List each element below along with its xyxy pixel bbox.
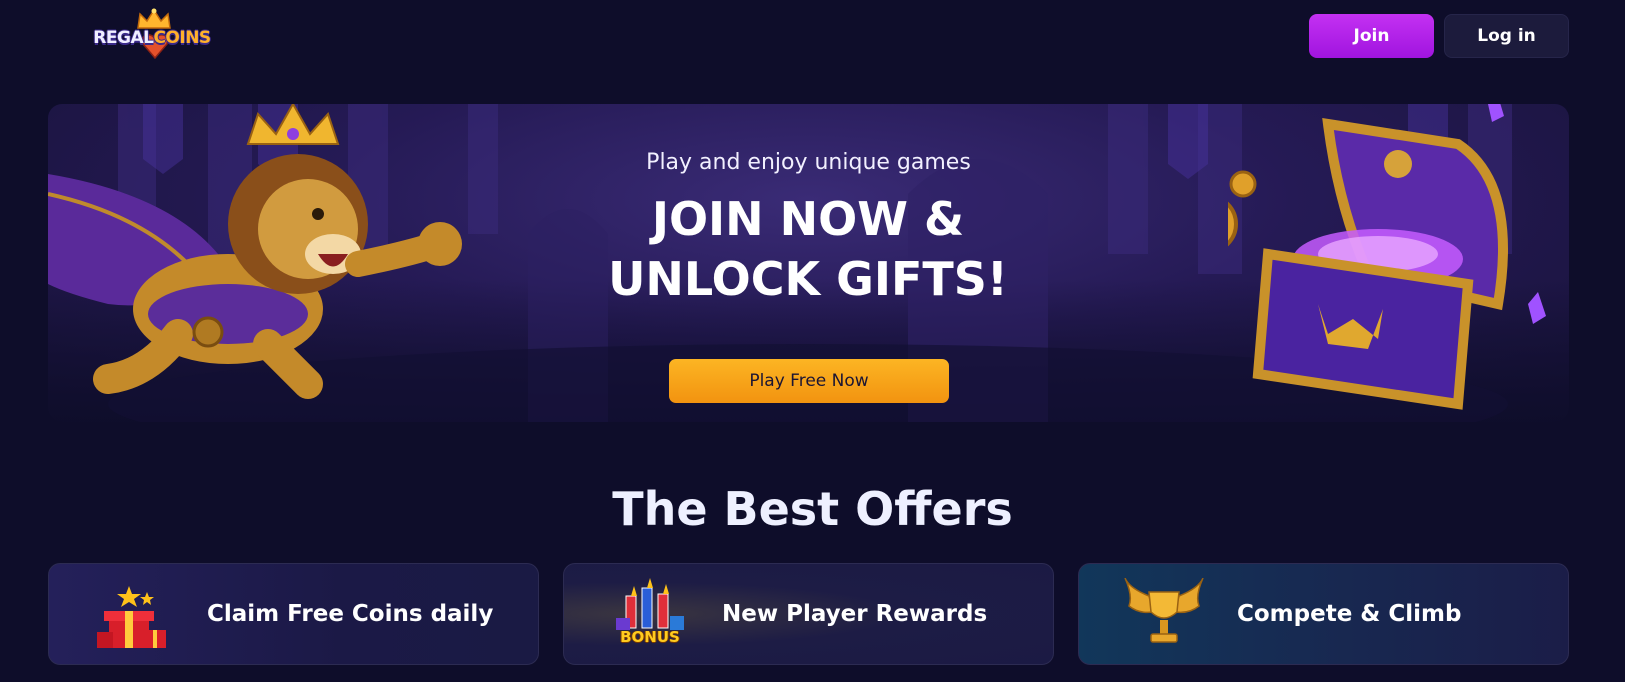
play-free-now-button[interactable]: Play Free Now	[669, 359, 949, 403]
gift-box-icon	[89, 578, 179, 652]
offer-label: Claim Free Coins daily	[207, 601, 494, 627]
offer-card-new-player-rewards[interactable]: BONUS New Player Rewards	[563, 563, 1054, 665]
join-button[interactable]: Join	[1309, 14, 1434, 58]
hero-banner: Play and enjoy unique games JOIN NOW & U…	[48, 104, 1569, 422]
offer-label: New Player Rewards	[722, 601, 988, 627]
offers-section-title: The Best Offers	[612, 482, 1013, 536]
hero-title: JOIN NOW & UNLOCK GIFTS!	[608, 189, 1008, 309]
treasure-chest-illustration	[1228, 104, 1546, 410]
bonus-fireworks-icon: BONUS	[604, 578, 694, 652]
login-button[interactable]: Log in	[1444, 14, 1569, 58]
offer-card-compete-climb[interactable]: Compete & Climb	[1078, 563, 1569, 665]
logo-word-regal: REGAL	[93, 28, 154, 48]
bonus-badge-text: BONUS	[620, 628, 680, 646]
winged-trophy-icon	[1119, 577, 1209, 652]
hero-title-line-1: JOIN NOW &	[651, 192, 965, 246]
crown-icon	[137, 8, 171, 29]
hero-title-line-2: UNLOCK GIFTS!	[608, 252, 1008, 306]
logo-word-coins: COINS	[153, 28, 211, 48]
offer-card-free-coins[interactable]: Claim Free Coins daily	[48, 563, 539, 665]
logo-wordmark: REGALCOINS	[82, 28, 222, 48]
regal-coins-logo[interactable]: REGALCOINS	[82, 8, 222, 60]
site-header: REGALCOINS Join Log in	[0, 0, 1625, 70]
offer-label: Compete & Climb	[1237, 601, 1462, 627]
